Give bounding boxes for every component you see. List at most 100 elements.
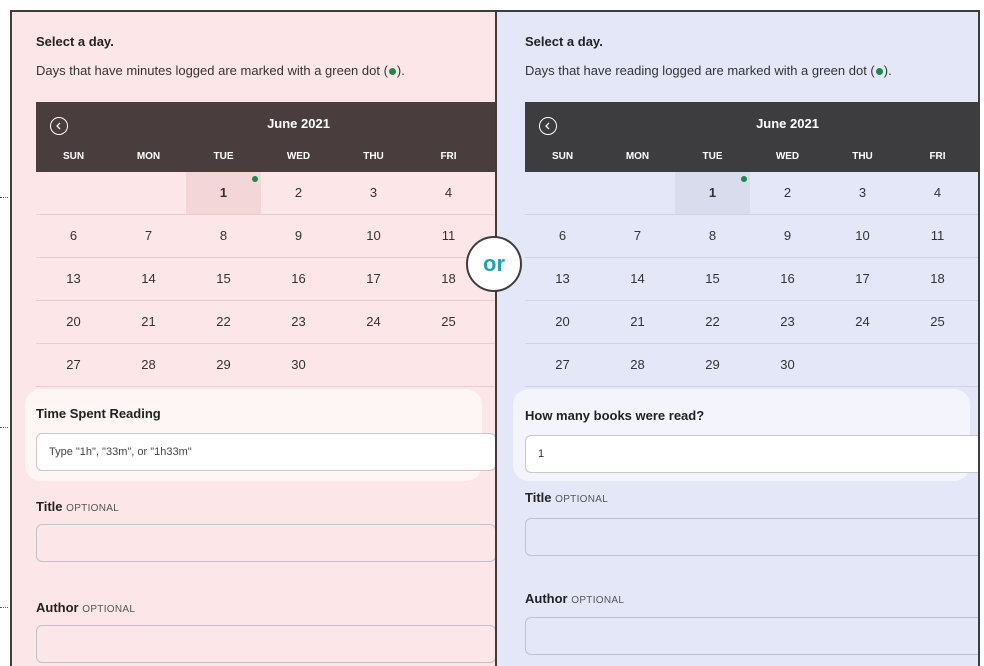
calendar-day bbox=[525, 172, 600, 214]
title-input[interactable] bbox=[36, 524, 495, 562]
calendar-day[interactable]: 20 bbox=[525, 301, 600, 343]
select-day-heading: Select a day. bbox=[36, 34, 114, 49]
calendar-day[interactable]: 24 bbox=[336, 301, 411, 343]
month-title: June 2021 bbox=[756, 116, 819, 131]
calendar-day[interactable]: 16 bbox=[750, 258, 825, 300]
weekday-label: SUN bbox=[62, 151, 85, 162]
logged-dot-icon bbox=[252, 176, 258, 182]
margin-tick bbox=[0, 607, 8, 608]
green-dot-icon bbox=[388, 68, 396, 76]
calendar-day[interactable]: 3 bbox=[336, 172, 411, 214]
calendar-day[interactable]: 21 bbox=[600, 301, 675, 343]
calendar-day[interactable]: 15 bbox=[186, 258, 261, 300]
calendar-day[interactable]: 23 bbox=[261, 301, 336, 343]
calendar-day-selected[interactable]: 1 bbox=[675, 172, 750, 214]
weekday-label: THU bbox=[363, 151, 384, 162]
time-spent-input[interactable]: Type "1h", "33m", or "1h33m" bbox=[36, 433, 495, 471]
title-label: Title OPTIONAL bbox=[525, 490, 609, 505]
month-title: June 2021 bbox=[267, 116, 330, 131]
weekday-label: FRI bbox=[440, 151, 457, 162]
calendar-day[interactable]: 23 bbox=[750, 301, 825, 343]
calendar-day[interactable]: 18 bbox=[900, 258, 975, 300]
calendar-day[interactable]: 22 bbox=[186, 301, 261, 343]
calendar-day[interactable]: 17 bbox=[336, 258, 411, 300]
books-log-panel: Select a day. Days that have reading log… bbox=[495, 10, 980, 666]
calendar-day[interactable]: 6 bbox=[36, 215, 111, 257]
calendar-week: 1 2 3 4 bbox=[36, 172, 495, 215]
calendar-day[interactable]: 15 bbox=[675, 258, 750, 300]
calendar-week: 6 7 8 9 10 11 bbox=[36, 215, 495, 258]
calendar-day[interactable]: 6 bbox=[525, 215, 600, 257]
calendar-week: 27 28 29 30 bbox=[525, 344, 978, 387]
margin-tick bbox=[0, 427, 8, 428]
weekday-label: WED bbox=[775, 151, 800, 162]
title-label: Title OPTIONAL bbox=[36, 499, 120, 514]
calendar-day[interactable]: 3 bbox=[825, 172, 900, 214]
calendar-day bbox=[111, 172, 186, 214]
calendar-day[interactable]: 17 bbox=[825, 258, 900, 300]
calendar-day[interactable]: 29 bbox=[186, 344, 261, 386]
calendar-day[interactable]: 4 bbox=[900, 172, 975, 214]
calendar-day-selected[interactable]: 1 bbox=[186, 172, 261, 214]
logged-dot-icon bbox=[741, 176, 747, 182]
calendar-day[interactable]: 30 bbox=[750, 344, 825, 386]
green-dot-icon bbox=[875, 68, 883, 76]
author-label: Author OPTIONAL bbox=[525, 591, 625, 606]
calendar-day[interactable]: 4 bbox=[411, 172, 486, 214]
calendar-day[interactable]: 14 bbox=[111, 258, 186, 300]
calendar-day[interactable]: 21 bbox=[111, 301, 186, 343]
calendar-day[interactable]: 29 bbox=[675, 344, 750, 386]
calendar-day[interactable]: 30 bbox=[261, 344, 336, 386]
books-read-label: How many books were read? bbox=[525, 408, 705, 423]
calendar-day bbox=[36, 172, 111, 214]
weekday-label: MON bbox=[136, 151, 161, 162]
calendar-day[interactable]: 22 bbox=[675, 301, 750, 343]
calendar-week: 13 14 15 16 17 18 bbox=[525, 258, 978, 301]
calendar-day[interactable]: 10 bbox=[825, 215, 900, 257]
calendar-day[interactable]: 25 bbox=[411, 301, 486, 343]
calendar-day[interactable]: 13 bbox=[36, 258, 111, 300]
calendar-day[interactable]: 8 bbox=[186, 215, 261, 257]
calendar-week: 20 21 22 23 24 25 bbox=[36, 301, 495, 344]
calendar-week: 13 14 15 16 17 18 bbox=[36, 258, 495, 301]
calendar-day[interactable]: 9 bbox=[750, 215, 825, 257]
weekday-label: TUE bbox=[213, 151, 234, 162]
calendar-day[interactable]: 7 bbox=[111, 215, 186, 257]
title-input[interactable] bbox=[525, 518, 978, 556]
calendar-week: 27 28 29 30 bbox=[36, 344, 495, 387]
calendar-day bbox=[600, 172, 675, 214]
calendar-week: 20 21 22 23 24 25 bbox=[525, 301, 978, 344]
books-read-input[interactable]: 1 bbox=[525, 435, 978, 473]
calendar-day[interactable]: 9 bbox=[261, 215, 336, 257]
calendar-day[interactable]: 2 bbox=[261, 172, 336, 214]
calendar-day[interactable]: 24 bbox=[825, 301, 900, 343]
margin-tick bbox=[0, 197, 8, 198]
calendar-day[interactable]: 27 bbox=[36, 344, 111, 386]
weekday-label: FRI bbox=[929, 151, 946, 162]
calendar-week: 1 2 3 4 bbox=[525, 172, 978, 215]
calendar-day[interactable]: 28 bbox=[600, 344, 675, 386]
author-input[interactable] bbox=[525, 617, 978, 655]
select-day-hint: Days that have reading logged are marked… bbox=[525, 63, 892, 78]
calendar-day[interactable]: 2 bbox=[750, 172, 825, 214]
calendar-day[interactable]: 14 bbox=[600, 258, 675, 300]
calendar-header: June 2021 SUN MON TUE WED THU FRI bbox=[525, 102, 978, 172]
calendar-day[interactable]: 10 bbox=[336, 215, 411, 257]
calendar-day[interactable]: 27 bbox=[525, 344, 600, 386]
calendar-day[interactable]: 8 bbox=[675, 215, 750, 257]
select-day-hint: Days that have minutes logged are marked… bbox=[36, 63, 405, 78]
calendar-day[interactable]: 25 bbox=[900, 301, 975, 343]
calendar-day[interactable]: 13 bbox=[525, 258, 600, 300]
calendar-day[interactable]: 16 bbox=[261, 258, 336, 300]
weekday-label: THU bbox=[852, 151, 873, 162]
calendar-day[interactable]: 20 bbox=[36, 301, 111, 343]
calendar-day[interactable]: 7 bbox=[600, 215, 675, 257]
author-input[interactable] bbox=[36, 625, 495, 663]
calendar-day[interactable]: 28 bbox=[111, 344, 186, 386]
weekday-label: TUE bbox=[702, 151, 723, 162]
weekday-label: SUN bbox=[551, 151, 574, 162]
calendar-header: June 2021 SUN MON TUE WED THU FRI bbox=[36, 102, 495, 172]
minutes-log-panel: Select a day. Days that have minutes log… bbox=[10, 10, 495, 666]
author-label: Author OPTIONAL bbox=[36, 600, 136, 615]
calendar-day[interactable]: 11 bbox=[900, 215, 975, 257]
